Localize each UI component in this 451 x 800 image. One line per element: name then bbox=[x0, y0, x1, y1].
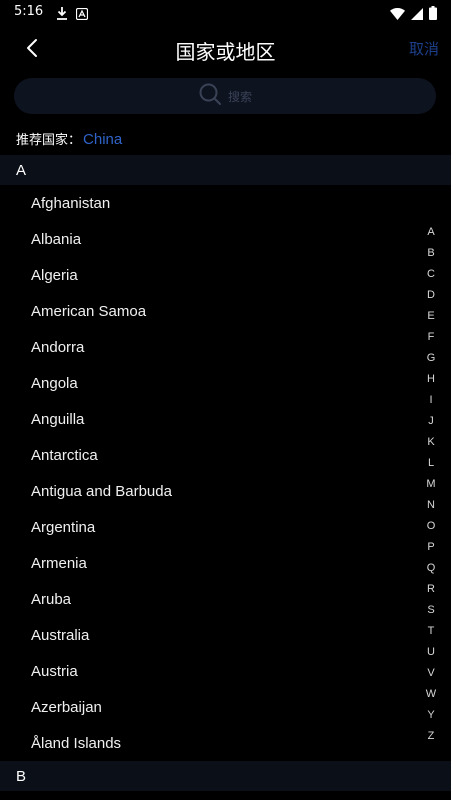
country-name: Anguilla bbox=[31, 410, 85, 428]
search-input[interactable]: 搜索 bbox=[14, 78, 436, 114]
index-letter-y[interactable]: Y bbox=[427, 705, 434, 726]
country-list: Afghanistan Albania Algeria American Sam… bbox=[0, 185, 451, 761]
list-item[interactable]: Andorra bbox=[0, 329, 451, 365]
index-letter-t[interactable]: T bbox=[428, 621, 435, 642]
country-name: Andorra bbox=[31, 338, 85, 356]
section-letter: A bbox=[16, 161, 27, 179]
index-letter-s[interactable]: S bbox=[427, 600, 434, 621]
country-name: Aruba bbox=[31, 590, 72, 608]
country-name: Azerbaijan bbox=[31, 698, 102, 716]
list-item[interactable]: Antigua and Barbuda bbox=[0, 473, 451, 509]
country-name: Austria bbox=[31, 662, 78, 680]
index-letter-h[interactable]: H bbox=[427, 369, 435, 390]
recommended-country-link[interactable]: China bbox=[83, 131, 122, 148]
country-name: Antigua and Barbuda bbox=[31, 482, 172, 500]
status-time: 5:16 bbox=[14, 4, 44, 19]
list-item[interactable]: Azerbaijan bbox=[0, 689, 451, 725]
list-item[interactable]: Antarctica bbox=[0, 437, 451, 473]
list-item[interactable]: Albania bbox=[0, 221, 451, 257]
index-letter-d[interactable]: D bbox=[427, 285, 435, 306]
status-right-icons bbox=[390, 5, 437, 24]
cancel-button[interactable]: 取消 bbox=[409, 38, 439, 59]
index-letter-r[interactable]: R bbox=[427, 579, 435, 600]
search-placeholder: 搜索 bbox=[227, 89, 252, 104]
country-name: Argentina bbox=[31, 518, 96, 536]
index-letter-w[interactable]: W bbox=[426, 684, 436, 705]
search-icon bbox=[198, 82, 222, 110]
download-icon bbox=[56, 5, 68, 24]
recommended-label: 推荐国家： bbox=[16, 133, 82, 148]
section-letter: B bbox=[16, 767, 27, 785]
list-item[interactable]: American Samoa bbox=[0, 293, 451, 329]
list-item[interactable]: Anguilla bbox=[0, 401, 451, 437]
country-name: Afghanistan bbox=[31, 194, 111, 212]
country-name: Angola bbox=[31, 374, 78, 392]
country-name: Albania bbox=[31, 230, 82, 248]
list-item[interactable]: Australia bbox=[0, 617, 451, 653]
page-title: 国家或地区 bbox=[175, 40, 276, 64]
index-letter-v[interactable]: V bbox=[427, 663, 434, 684]
list-item[interactable]: Austria bbox=[0, 653, 451, 689]
list-item[interactable]: Aruba bbox=[0, 581, 451, 617]
list-item[interactable]: Algeria bbox=[0, 257, 451, 293]
index-letter-g[interactable]: G bbox=[427, 348, 436, 369]
index-letter-u[interactable]: U bbox=[427, 642, 435, 663]
recommended-country-row: 推荐国家： China bbox=[16, 129, 122, 148]
index-letter-e[interactable]: E bbox=[427, 306, 434, 327]
list-item[interactable]: Afghanistan bbox=[0, 185, 451, 221]
wifi-icon bbox=[390, 5, 405, 24]
section-header-b: B bbox=[0, 761, 451, 791]
index-letter-j[interactable]: J bbox=[428, 411, 434, 432]
index-letter-z[interactable]: Z bbox=[428, 726, 435, 747]
index-letter-a[interactable]: A bbox=[427, 222, 434, 243]
country-name: American Samoa bbox=[31, 302, 147, 320]
index-letter-n[interactable]: N bbox=[427, 495, 435, 516]
index-letter-k[interactable]: K bbox=[427, 432, 434, 453]
index-letter-l[interactable]: L bbox=[428, 453, 434, 474]
index-letter-b[interactable]: B bbox=[427, 243, 434, 264]
country-name: Australia bbox=[31, 626, 90, 644]
index-letter-o[interactable]: O bbox=[427, 516, 436, 537]
index-letter-m[interactable]: M bbox=[426, 474, 435, 495]
status-left-icons bbox=[56, 5, 89, 24]
index-letter-p[interactable]: P bbox=[427, 537, 434, 558]
section-header-a: A bbox=[0, 155, 451, 185]
alphabet-index-bar[interactable]: A B C D E F G H I J K L M N O P Q R S T … bbox=[425, 222, 437, 747]
index-letter-q[interactable]: Q bbox=[427, 558, 436, 579]
index-letter-c[interactable]: C bbox=[427, 264, 435, 285]
country-name: Antarctica bbox=[31, 446, 98, 464]
list-item[interactable]: Åland Islands bbox=[0, 725, 451, 761]
app-header: 国家或地区 取消 bbox=[0, 24, 451, 74]
list-item[interactable]: Argentina bbox=[0, 509, 451, 545]
country-name: Åland Islands bbox=[31, 734, 122, 752]
country-name: Armenia bbox=[31, 554, 87, 572]
app-notification-icon bbox=[75, 5, 89, 24]
list-item[interactable]: Armenia bbox=[0, 545, 451, 581]
status-bar: 5:16 bbox=[0, 0, 451, 24]
country-name: Algeria bbox=[31, 266, 78, 284]
battery-icon bbox=[429, 5, 437, 24]
index-letter-i[interactable]: I bbox=[429, 390, 432, 411]
signal-icon bbox=[411, 5, 423, 24]
index-letter-f[interactable]: F bbox=[428, 327, 435, 348]
list-item[interactable]: Angola bbox=[0, 365, 451, 401]
